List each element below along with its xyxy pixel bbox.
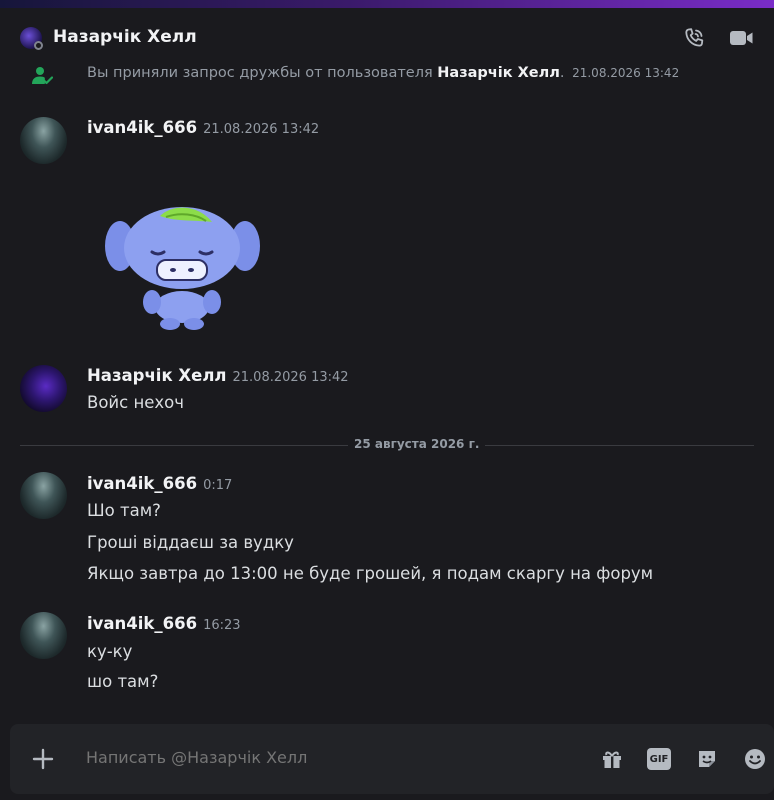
dm-title[interactable]: Назарчік Хелл: [53, 27, 197, 47]
message-text: ку-ку: [87, 642, 133, 661]
message-text: Якщо завтра до 13:00 не буде грошей, я п…: [87, 564, 654, 583]
system-message-text: Вы приняли запрос дружбы от пользователя…: [87, 65, 679, 81]
system-message-user[interactable]: Назарчік Хелл: [437, 65, 560, 81]
date-divider-label: 25 августа 2026 г.: [348, 437, 486, 451]
avatar[interactable]: [20, 117, 67, 164]
status-offline-indicator: [34, 41, 43, 50]
message-header: ivan4ik_666 21.08.2026 13:42: [87, 118, 319, 137]
blue-mascot-sticker[interactable]: [100, 200, 265, 335]
message-text: Войс нехоч: [87, 393, 185, 412]
message-input[interactable]: [86, 748, 576, 767]
message-text: Шо там?: [87, 501, 161, 520]
video-camera-icon[interactable]: [728, 26, 754, 50]
message-timestamp: 0:17: [203, 478, 233, 493]
message-author[interactable]: ivan4ik_666: [87, 118, 197, 137]
gift-icon[interactable]: [599, 746, 625, 772]
emoji-icon[interactable]: [742, 746, 768, 772]
message-header: ivan4ik_666 16:23: [87, 614, 241, 633]
avatar[interactable]: [20, 612, 67, 659]
system-message-suffix: .: [559, 65, 565, 81]
friend-accepted-icon: [32, 67, 53, 85]
gif-label: GIF: [649, 753, 669, 765]
system-message-friend-accepted: Вы приняли запрос дружбы от пользователя…: [0, 62, 774, 88]
message-author[interactable]: ivan4ik_666: [87, 474, 197, 493]
system-message-prefix: Вы приняли запрос дружбы от пользователя: [87, 65, 438, 81]
message-timestamp: 16:23: [203, 618, 241, 633]
message-timestamp: 21.08.2026 13:42: [203, 122, 320, 137]
gif-icon[interactable]: GIF: [647, 748, 671, 770]
message-text: шо там?: [87, 672, 159, 691]
avatar[interactable]: [20, 472, 67, 519]
message-timestamp: 21.08.2026 13:42: [232, 370, 349, 385]
system-message-timestamp: 21.08.2026 13:42: [572, 66, 680, 80]
message-composer: GIF: [10, 724, 774, 794]
avatar[interactable]: [20, 365, 67, 412]
message-author[interactable]: Назарчік Хелл: [87, 366, 227, 385]
message-header: Назарчік Хелл 21.08.2026 13:42: [87, 366, 349, 385]
message-author[interactable]: ivan4ik_666: [87, 614, 197, 633]
message-text: Гроші віддаєш за вудку: [87, 533, 294, 552]
plus-icon[interactable]: [30, 746, 56, 772]
message-header: ivan4ik_666 0:17: [87, 474, 232, 493]
phone-call-icon[interactable]: [682, 26, 706, 50]
sticker-icon[interactable]: [694, 746, 720, 772]
channel-header: Назарчік Хелл: [0, 8, 774, 63]
top-accent-strip: [0, 0, 774, 8]
